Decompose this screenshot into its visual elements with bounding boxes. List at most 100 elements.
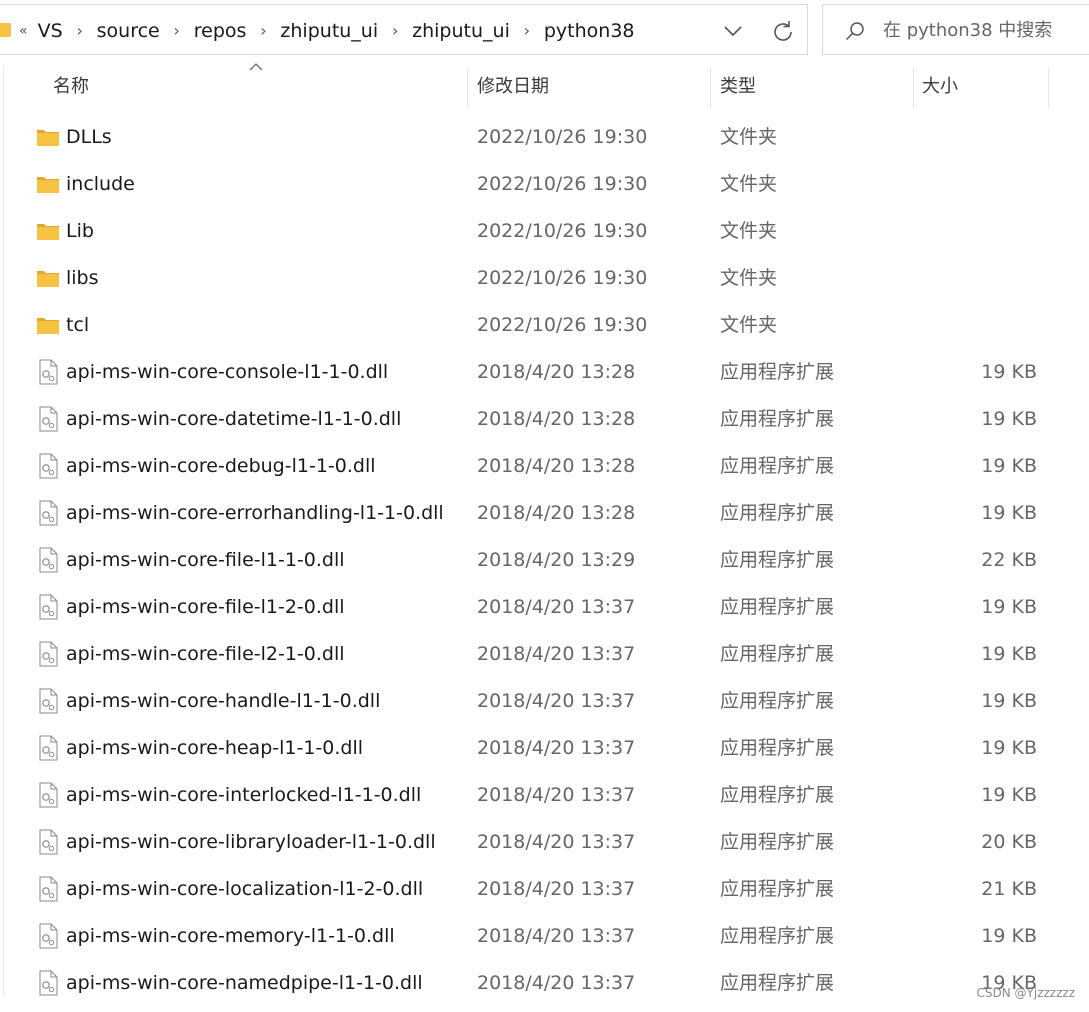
file-modified-date: 2018/4/20 13:37: [477, 643, 636, 665]
breadcrumb-vs[interactable]: VS: [36, 20, 65, 42]
file-name: api-ms-win-core-interlocked-l1-1-0.dll: [66, 784, 422, 806]
file-row[interactable]: api-ms-win-core-namedpipe-l1-1-0.dll 2018…: [0, 960, 1089, 1007]
chevron-right-icon[interactable]: ›: [512, 21, 542, 40]
chevron-right-icon[interactable]: ›: [162, 21, 192, 40]
file-type: 文件夹: [720, 220, 778, 242]
file-name: api-ms-win-core-datetime-l1-1-0.dll: [66, 408, 402, 430]
file-size: 22 KB: [981, 549, 1037, 571]
file-size: 20 KB: [981, 831, 1037, 853]
breadcrumb-zhiputu-ui-1[interactable]: zhiputu_ui: [278, 20, 380, 42]
file-row[interactable]: api-ms-win-core-handle-l1-1-0.dll 2018/4/…: [0, 678, 1089, 725]
file-modified-date: 2018/4/20 13:37: [477, 596, 636, 618]
file-row[interactable]: api-ms-win-core-heap-l1-1-0.dll 2018/4/20…: [0, 725, 1089, 772]
overflow-chevron-icon[interactable]: «: [19, 23, 28, 39]
breadcrumb-zhiputu-ui-2[interactable]: zhiputu_ui: [410, 20, 512, 42]
search-input-placeholder[interactable]: 在 python38 中搜索: [883, 5, 1052, 56]
file-modified-date: 2018/4/20 13:29: [477, 549, 636, 571]
chevron-right-icon[interactable]: ›: [65, 21, 95, 40]
file-row[interactable]: Lib 2022/10/26 19:30 文件夹: [0, 208, 1089, 255]
dll-file-icon: [36, 970, 60, 996]
file-name: tcl: [66, 314, 90, 336]
breadcrumb-repos[interactable]: repos: [192, 20, 249, 42]
file-size: 19 KB: [981, 690, 1037, 712]
dll-file-icon: [36, 782, 60, 808]
file-size: 19 KB: [981, 408, 1037, 430]
dll-file-icon: [36, 547, 60, 573]
file-row[interactable]: api-ms-win-core-file-l1-1-0.dll 2018/4/20…: [0, 537, 1089, 584]
file-modified-date: 2018/4/20 13:37: [477, 737, 636, 759]
dll-file-icon: [36, 735, 60, 761]
column-header-name[interactable]: 名称: [53, 66, 89, 108]
file-name: api-ms-win-core-heap-l1-1-0.dll: [66, 737, 364, 759]
file-name: api-ms-win-core-libraryloader-l1-1-0.dll: [66, 831, 436, 853]
chevron-right-icon[interactable]: ›: [380, 21, 410, 40]
file-size: 19 KB: [981, 784, 1037, 806]
file-row[interactable]: libs 2022/10/26 19:30 文件夹: [0, 255, 1089, 302]
file-row[interactable]: api-ms-win-core-interlocked-l1-1-0.dll 20…: [0, 772, 1089, 819]
file-row[interactable]: api-ms-win-core-localization-l1-2-0.dll 2…: [0, 866, 1089, 913]
search-box[interactable]: 在 python38 中搜索: [822, 4, 1089, 55]
file-type: 应用程序扩展: [720, 455, 835, 477]
file-type: 文件夹: [720, 126, 778, 148]
file-name: api-ms-win-core-memory-l1-1-0.dll: [66, 925, 395, 947]
file-row[interactable]: api-ms-win-core-debug-l1-1-0.dll 2018/4/2…: [0, 443, 1089, 490]
file-row[interactable]: api-ms-win-core-memory-l1-1-0.dll 2018/4/…: [0, 913, 1089, 960]
file-row[interactable]: api-ms-win-core-libraryloader-l1-1-0.dll…: [0, 819, 1089, 866]
column-header-date[interactable]: 修改日期: [477, 66, 549, 108]
file-name: api-ms-win-core-file-l1-1-0.dll: [66, 549, 345, 571]
file-type: 应用程序扩展: [720, 878, 835, 900]
dll-file-icon: [36, 500, 60, 526]
file-name: libs: [66, 267, 99, 289]
file-modified-date: 2018/4/20 13:28: [477, 502, 636, 524]
chevron-right-icon[interactable]: ›: [248, 21, 278, 40]
file-type: 应用程序扩展: [720, 784, 835, 806]
folder-icon: [0, 23, 11, 37]
file-row[interactable]: api-ms-win-core-errorhandling-l1-1-0.dll…: [0, 490, 1089, 537]
column-header-type[interactable]: 类型: [720, 66, 756, 108]
column-divider[interactable]: [1048, 68, 1049, 108]
file-modified-date: 2018/4/20 13:37: [477, 972, 636, 994]
file-modified-date: 2018/4/20 13:28: [477, 408, 636, 430]
file-modified-date: 2018/4/20 13:37: [477, 784, 636, 806]
file-size: 19 KB: [981, 361, 1037, 383]
column-header-size[interactable]: 大小: [922, 66, 958, 108]
chevron-down-icon[interactable]: [721, 19, 745, 43]
file-type: 文件夹: [720, 173, 778, 195]
file-row[interactable]: api-ms-win-core-console-l1-1-0.dll 2018/4…: [0, 349, 1089, 396]
breadcrumb-source[interactable]: source: [95, 20, 162, 42]
folder-icon: [36, 265, 60, 291]
file-name: api-ms-win-core-namedpipe-l1-1-0.dll: [66, 972, 423, 994]
file-name: api-ms-win-core-debug-l1-1-0.dll: [66, 455, 376, 477]
file-type: 应用程序扩展: [720, 737, 835, 759]
file-type: 应用程序扩展: [720, 596, 835, 618]
file-modified-date: 2022/10/26 19:30: [477, 267, 648, 289]
file-modified-date: 2022/10/26 19:30: [477, 220, 648, 242]
file-row[interactable]: tcl 2022/10/26 19:30 文件夹: [0, 302, 1089, 349]
file-modified-date: 2018/4/20 13:28: [477, 361, 636, 383]
file-row[interactable]: api-ms-win-core-file-l2-1-0.dll 2018/4/20…: [0, 631, 1089, 678]
dll-file-icon: [36, 876, 60, 902]
address-bar[interactable]: « VS › source › repos › zhiputu_ui › zhi…: [0, 4, 808, 55]
breadcrumb-python38[interactable]: python38: [542, 20, 637, 42]
file-name: include: [66, 173, 135, 195]
file-modified-date: 2018/4/20 13:28: [477, 455, 636, 477]
file-name: api-ms-win-core-console-l1-1-0.dll: [66, 361, 389, 383]
file-row[interactable]: api-ms-win-core-datetime-l1-1-0.dll 2018/…: [0, 396, 1089, 443]
file-type: 应用程序扩展: [720, 549, 835, 571]
file-size: 19 KB: [981, 455, 1037, 477]
file-modified-date: 2022/10/26 19:30: [477, 126, 648, 148]
file-name: api-ms-win-core-errorhandling-l1-1-0.dll: [66, 502, 444, 524]
column-divider[interactable]: [467, 68, 468, 108]
file-row[interactable]: include 2022/10/26 19:30 文件夹: [0, 161, 1089, 208]
file-row[interactable]: DLLs 2022/10/26 19:30 文件夹: [0, 114, 1089, 161]
file-modified-date: 2022/10/26 19:30: [477, 173, 648, 195]
column-divider[interactable]: [710, 68, 711, 108]
refresh-icon[interactable]: [770, 19, 796, 45]
dll-file-icon: [36, 923, 60, 949]
file-type: 应用程序扩展: [720, 925, 835, 947]
file-type: 文件夹: [720, 267, 778, 289]
file-row[interactable]: api-ms-win-core-file-l1-2-0.dll 2018/4/20…: [0, 584, 1089, 631]
file-modified-date: 2022/10/26 19:30: [477, 314, 648, 336]
column-divider[interactable]: [913, 68, 914, 108]
folder-icon: [36, 312, 60, 338]
